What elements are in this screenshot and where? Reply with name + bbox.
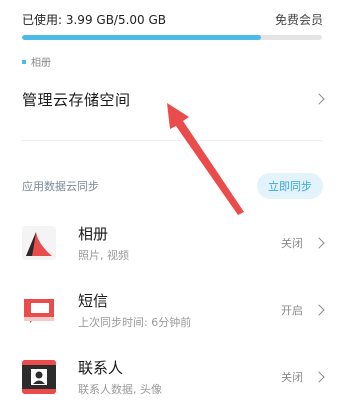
message-icon	[22, 293, 56, 327]
sync-now-button[interactable]: 立即同步	[257, 173, 323, 199]
app-item-gallery[interactable]: 相册 照片, 视频 关闭	[22, 218, 325, 268]
manage-storage-label: 管理云存储空间	[22, 90, 131, 109]
sync-status: 关闭	[281, 371, 303, 384]
sync-status: 关闭	[281, 237, 303, 250]
storage-summary: 已使用: 3.99 GB/5.00 GB 免费会员	[22, 11, 323, 28]
legend-dot-icon	[22, 59, 26, 64]
membership-plan-label[interactable]: 免费会员	[275, 11, 323, 28]
legend-label: 相册	[31, 58, 51, 69]
cloud-storage-page: 已使用: 3.99 GB/5.00 GB 免费会员 相册 管理云存储空间 应用数…	[0, 0, 345, 418]
sync-status: 开启	[281, 304, 303, 317]
app-name: 相册	[78, 225, 109, 243]
storage-progress-fill	[22, 35, 262, 40]
contacts-icon	[22, 360, 56, 394]
gallery-icon	[22, 226, 56, 260]
app-subtitle: 上次同步时间: 6分钟前	[78, 316, 192, 329]
sync-section-header: 应用数据云同步 立即同步	[22, 173, 323, 199]
storage-legend: 相册	[22, 54, 51, 69]
divider	[22, 140, 323, 141]
app-subtitle: 联系人数据, 头像	[78, 383, 162, 396]
app-subtitle: 照片, 视频	[78, 249, 129, 262]
app-name: 联系人	[78, 359, 124, 377]
app-name: 短信	[78, 292, 109, 310]
chevron-right-icon	[313, 304, 325, 316]
app-item-messages[interactable]: 短信 上次同步时间: 6分钟前 开启	[22, 285, 325, 335]
sync-section-title: 应用数据云同步	[22, 180, 99, 193]
app-item-contacts[interactable]: 联系人 联系人数据, 头像 关闭	[22, 352, 325, 402]
chevron-right-icon	[313, 93, 325, 105]
chevron-right-icon	[313, 237, 325, 249]
storage-progress-bar	[22, 35, 322, 40]
manage-storage-row[interactable]: 管理云存储空间	[22, 84, 325, 114]
chevron-right-icon	[313, 371, 325, 383]
storage-used-text: 已使用: 3.99 GB/5.00 GB	[22, 13, 167, 27]
